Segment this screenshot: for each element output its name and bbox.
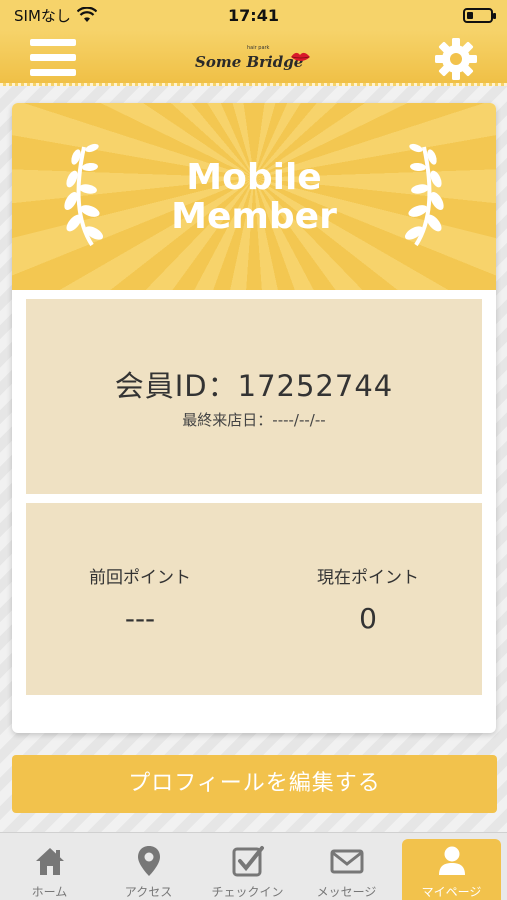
battery-fill bbox=[467, 11, 473, 19]
previous-points-value: --- bbox=[124, 602, 156, 635]
home-icon bbox=[35, 848, 64, 875]
tab-checkin[interactable]: チェックイン bbox=[198, 833, 297, 900]
checkin-icon bbox=[232, 846, 264, 877]
logo-text: Some Bridge bbox=[195, 53, 303, 71]
points-panel: 前回ポイント --- 現在ポイント 0 bbox=[26, 503, 482, 695]
edit-profile-button[interactable]: プロフィールを編集する bbox=[12, 755, 497, 813]
gear-icon[interactable] bbox=[433, 36, 479, 82]
hamburger-icon[interactable] bbox=[30, 39, 76, 77]
tab-label: ホーム bbox=[31, 885, 68, 899]
member-id: 会員ID：17252744 bbox=[114, 369, 394, 403]
banner-title: Mobile Member bbox=[12, 158, 496, 236]
user-icon bbox=[438, 846, 465, 875]
previous-points-label: 前回ポイント bbox=[89, 568, 191, 588]
banner-title-line2: Member bbox=[171, 196, 337, 237]
member-banner: Mobile Member bbox=[12, 103, 496, 290]
previous-points: 前回ポイント --- bbox=[40, 563, 240, 635]
app-header: hair park Some Bridge bbox=[0, 30, 507, 86]
logo-small-text: hair park bbox=[247, 45, 270, 51]
last-visit-date: 最終来店日：----/--/-- bbox=[182, 411, 326, 429]
member-card: Mobile Member 会員ID：17252744 最終来店日：----/-… bbox=[12, 103, 496, 733]
hamburger-line bbox=[30, 54, 76, 61]
tab-bar: ホーム アクセス チェックイン メッセージ マイページ bbox=[0, 832, 507, 900]
banner-title-line1: Mobile bbox=[186, 157, 322, 198]
tab-label: チェックイン bbox=[211, 885, 284, 899]
mail-icon bbox=[330, 849, 363, 874]
battery-icon bbox=[463, 7, 496, 23]
tab-label: アクセス bbox=[124, 885, 173, 899]
current-points-label: 現在ポイント bbox=[317, 568, 419, 588]
tab-label: メッセージ bbox=[316, 885, 377, 899]
tab-message[interactable]: メッセージ bbox=[297, 833, 396, 900]
wifi-icon bbox=[76, 7, 97, 22]
tab-home[interactable]: ホーム bbox=[0, 833, 99, 900]
status-left: SIMなし bbox=[14, 5, 97, 26]
hamburger-line bbox=[30, 39, 76, 46]
status-bar: SIMなし 17:41 bbox=[0, 0, 507, 30]
member-info-panel: 会員ID：17252744 最終来店日：----/--/-- bbox=[26, 299, 482, 494]
brand-logo: hair park Some Bridge bbox=[195, 45, 310, 71]
carrier-label: SIMなし bbox=[14, 6, 71, 25]
tab-label: マイページ bbox=[421, 885, 482, 899]
tab-access[interactable]: アクセス bbox=[99, 833, 198, 900]
map-pin-icon bbox=[137, 846, 160, 876]
current-points: 現在ポイント 0 bbox=[268, 563, 468, 635]
current-points-value: 0 bbox=[359, 602, 377, 635]
tab-mypage[interactable]: マイページ bbox=[402, 839, 501, 900]
hamburger-line bbox=[30, 69, 76, 76]
